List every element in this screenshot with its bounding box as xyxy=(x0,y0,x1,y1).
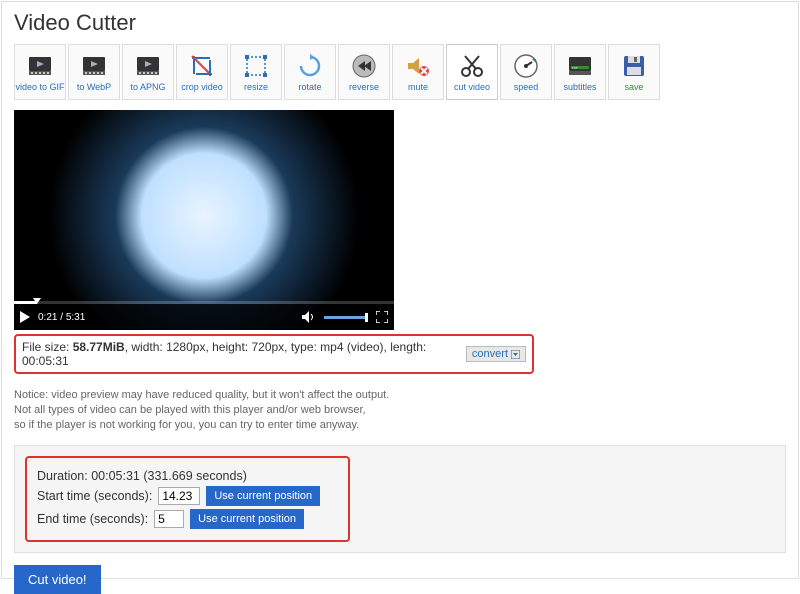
tool-label: rotate xyxy=(298,82,321,92)
file-info-text: File size: 58.77MiB, width: 1280px, heig… xyxy=(22,340,462,368)
rotate-icon xyxy=(296,52,324,80)
volume-slider[interactable] xyxy=(324,316,368,319)
film-icon xyxy=(80,52,108,80)
tool-label: save xyxy=(624,82,643,92)
tool-subtitles[interactable]: TXT subtitles xyxy=(554,44,606,100)
duration-row: Duration: 00:05:31 (331.669 seconds) xyxy=(37,469,338,483)
tool-mute[interactable]: mute xyxy=(392,44,444,100)
end-time-input[interactable] xyxy=(154,510,184,528)
tool-crop-video[interactable]: crop video xyxy=(176,44,228,100)
tool-label: cut video xyxy=(454,82,490,92)
cut-video-button[interactable]: Cut video! xyxy=(14,565,101,594)
file-info-box: File size: 58.77MiB, width: 1280px, heig… xyxy=(14,334,534,374)
download-icon xyxy=(511,350,520,359)
mute-icon xyxy=(404,52,432,80)
timing-inner: Duration: 00:05:31 (331.669 seconds) Sta… xyxy=(25,456,350,542)
tool-reverse[interactable]: reverse xyxy=(338,44,390,100)
tool-resize[interactable]: resize xyxy=(230,44,282,100)
save-icon xyxy=(620,52,648,80)
cut-icon xyxy=(458,52,486,80)
video-controls: 0:21 / 5:31 xyxy=(14,304,394,330)
tool-label: subtitles xyxy=(563,82,596,92)
tool-save[interactable]: save xyxy=(608,44,660,100)
end-time-row: End time (seconds): Use current position xyxy=(37,509,338,529)
fullscreen-icon[interactable] xyxy=(376,311,388,323)
convert-label: convert xyxy=(472,348,508,360)
tool-rotate[interactable]: rotate xyxy=(284,44,336,100)
filesize-prefix: File size: xyxy=(22,340,73,354)
convert-button[interactable]: convert xyxy=(466,346,526,362)
notice-line: so if the player is not working for you,… xyxy=(14,418,786,433)
volume-icon[interactable] xyxy=(302,311,316,323)
film-icon xyxy=(134,52,162,80)
end-time-label: End time (seconds): xyxy=(37,512,148,526)
start-time-row: Start time (seconds): Use current positi… xyxy=(37,486,338,506)
tool-speed[interactable]: speed xyxy=(500,44,552,100)
play-button[interactable] xyxy=(20,311,30,323)
toolbar: video to GIF to WebP to APNG crop video … xyxy=(14,44,786,100)
tool-to-webp[interactable]: to WebP xyxy=(68,44,120,100)
subtitles-icon: TXT xyxy=(566,52,594,80)
crop-icon xyxy=(188,52,216,80)
film-icon xyxy=(26,52,54,80)
tool-label: reverse xyxy=(349,82,379,92)
current-time: 0:21 xyxy=(38,312,57,323)
time-display: 0:21 / 5:31 xyxy=(38,312,85,323)
tool-video-to-gif[interactable]: video to GIF xyxy=(14,44,66,100)
tool-label: to APNG xyxy=(130,82,165,92)
total-time: 5:31 xyxy=(66,312,85,323)
timing-panel: Duration: 00:05:31 (331.669 seconds) Sta… xyxy=(14,445,786,553)
tool-label: to WebP xyxy=(77,82,111,92)
tool-label: crop video xyxy=(181,82,223,92)
tool-label: mute xyxy=(408,82,428,92)
start-time-label: Start time (seconds): xyxy=(37,489,152,503)
notice-line: Not all types of video can be played wit… xyxy=(14,403,786,418)
duration-label: Duration: 00:05:31 (331.669 seconds) xyxy=(37,469,247,483)
resize-icon xyxy=(242,52,270,80)
use-position-start-button[interactable]: Use current position xyxy=(206,486,320,506)
tool-label: video to GIF xyxy=(15,82,64,92)
start-time-input[interactable] xyxy=(158,487,200,505)
notice-text: Notice: video preview may have reduced q… xyxy=(14,388,786,433)
use-position-end-button[interactable]: Use current position xyxy=(190,509,304,529)
video-player[interactable]: 0:21 / 5:31 xyxy=(14,110,394,330)
reverse-icon xyxy=(350,52,378,80)
tool-label: speed xyxy=(514,82,539,92)
page-title: Video Cutter xyxy=(14,10,786,36)
svg-text:TXT: TXT xyxy=(572,66,578,70)
notice-line: Notice: video preview may have reduced q… xyxy=(14,388,786,403)
tool-cut-video[interactable]: cut video xyxy=(446,44,498,100)
tool-label: resize xyxy=(244,82,268,92)
speed-icon xyxy=(512,52,540,80)
tool-to-apng[interactable]: to APNG xyxy=(122,44,174,100)
filesize-value: 58.77MiB xyxy=(73,340,125,354)
